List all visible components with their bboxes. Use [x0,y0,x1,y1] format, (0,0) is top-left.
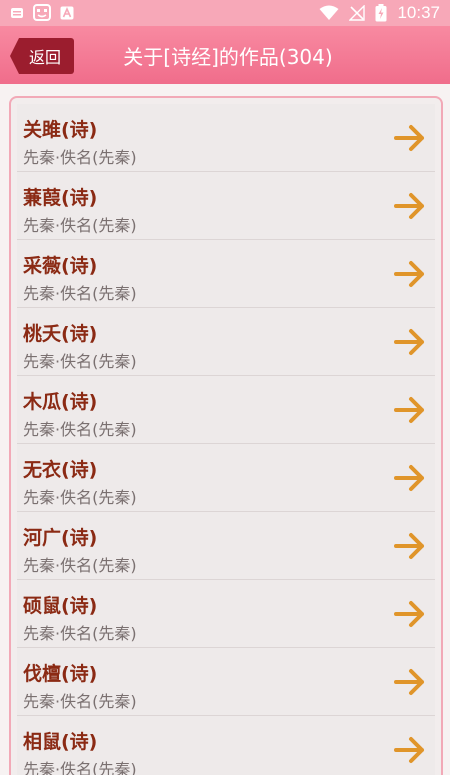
robot-app-icon [32,4,52,22]
work-author: 先秦·佚名(先秦) [23,284,137,303]
back-button[interactable]: 返回 [10,38,74,74]
list-item[interactable]: 相鼠(诗) 先秦·佚名(先秦) [17,716,435,775]
status-bar-right: 10:37 [319,3,440,23]
arrow-right-icon[interactable] [393,734,427,766]
list-item[interactable]: 木瓜(诗) 先秦·佚名(先秦) [17,376,435,444]
arrow-right-icon[interactable] [393,598,427,630]
work-author: 先秦·佚名(先秦) [23,692,137,711]
status-bar-left [10,4,74,22]
arrow-right-icon[interactable] [393,122,427,154]
arrow-right-icon[interactable] [393,258,427,290]
message-icon [10,6,24,20]
work-author: 先秦·佚名(先秦) [23,352,137,371]
list-item[interactable]: 河广(诗) 先秦·佚名(先秦) [17,512,435,580]
work-title: 相鼠(诗) [23,731,98,753]
a-letter-icon [60,6,74,20]
list-item[interactable]: 关雎(诗) 先秦·佚名(先秦) [17,104,435,172]
list-item[interactable]: 蒹葭(诗) 先秦·佚名(先秦) [17,172,435,240]
work-author: 先秦·佚名(先秦) [23,624,137,643]
arrow-right-icon[interactable] [393,326,427,358]
arrow-right-icon[interactable] [393,190,427,222]
app-header: 返回 关于[诗经]的作品(304) [0,26,450,84]
work-author: 先秦·佚名(先秦) [23,216,137,235]
work-title: 关雎(诗) [23,119,98,141]
list-item[interactable]: 无衣(诗) 先秦·佚名(先秦) [17,444,435,512]
work-author: 先秦·佚名(先秦) [23,760,137,775]
work-title: 伐檀(诗) [23,663,98,685]
arrow-right-icon[interactable] [393,666,427,698]
work-title: 硕鼠(诗) [23,595,98,617]
work-title: 河广(诗) [23,527,98,549]
list-item[interactable]: 采薇(诗) 先秦·佚名(先秦) [17,240,435,308]
arrow-right-icon[interactable] [393,462,427,494]
work-title: 蒹葭(诗) [23,187,98,209]
status-time: 10:37 [397,3,440,22]
battery-charging-icon [375,4,387,22]
arrow-right-icon[interactable] [393,530,427,562]
work-author: 先秦·佚名(先秦) [23,420,137,439]
work-author: 先秦·佚名(先秦) [23,556,137,575]
work-author: 先秦·佚名(先秦) [23,148,137,167]
work-title: 木瓜(诗) [23,391,98,413]
work-title: 桃夭(诗) [23,323,98,345]
works-list: 关雎(诗) 先秦·佚名(先秦) 蒹葭(诗) 先秦·佚名(先秦) 采薇(诗) 先秦… [9,96,443,775]
list-item[interactable]: 伐檀(诗) 先秦·佚名(先秦) [17,648,435,716]
no-signal-icon [349,5,366,21]
list-item[interactable]: 硕鼠(诗) 先秦·佚名(先秦) [17,580,435,648]
wifi-icon [319,5,339,21]
status-bar: 10:37 [0,0,450,26]
arrow-right-icon[interactable] [393,394,427,426]
work-author: 先秦·佚名(先秦) [23,488,137,507]
work-title: 无衣(诗) [23,459,98,481]
work-title: 采薇(诗) [23,255,98,277]
list-item[interactable]: 桃夭(诗) 先秦·佚名(先秦) [17,308,435,376]
